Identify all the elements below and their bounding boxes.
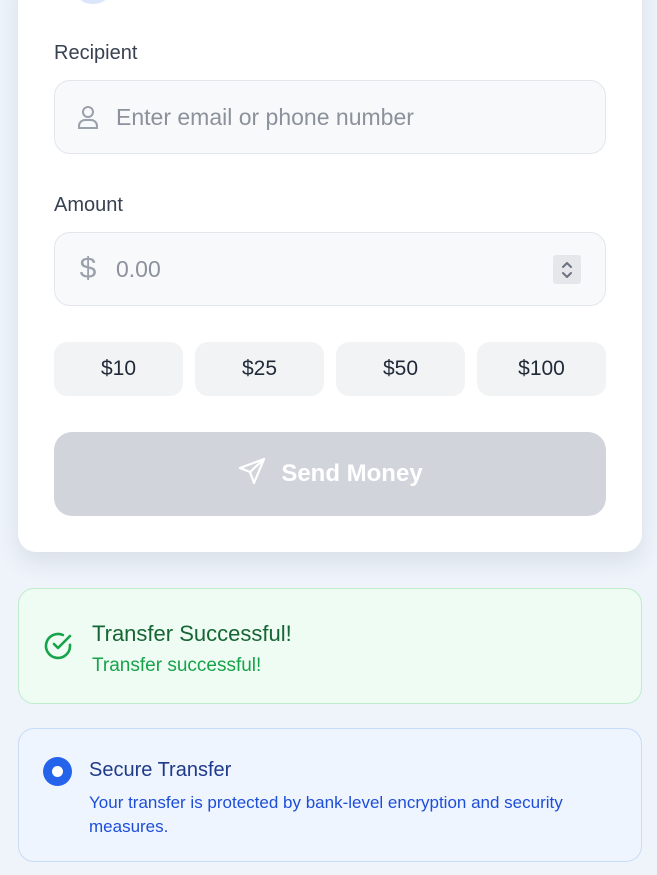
transfer-form-card: Recipient Amount $ $10 $25 $50 $100 (18, 0, 642, 552)
recipient-input[interactable] (116, 103, 536, 131)
header-avatar (74, 0, 112, 4)
amount-stepper[interactable] (553, 255, 581, 284)
success-title: Transfer Successful! (92, 621, 292, 646)
quick-amount-100-button[interactable]: $100 (477, 342, 606, 396)
quick-amounts: $10 $25 $50 $100 (54, 342, 606, 396)
success-alert: Transfer Successful! Transfer successful… (18, 588, 642, 704)
radio-dot (52, 766, 63, 777)
send-money-label: Send Money (281, 460, 423, 487)
recipient-label: Recipient (54, 42, 138, 64)
amount-field[interactable]: $ (54, 232, 606, 306)
check-circle-icon (43, 631, 73, 666)
radio-selected-icon (43, 757, 72, 786)
quick-amount-50-button[interactable]: $50 (336, 342, 465, 396)
amount-input[interactable] (116, 255, 536, 283)
amount-label: Amount (54, 194, 123, 216)
recipient-field[interactable] (54, 80, 606, 154)
quick-amount-25-button[interactable]: $25 (195, 342, 324, 396)
secure-title: Secure Transfer (89, 759, 232, 781)
dollar-icon: $ (75, 252, 101, 285)
send-money-button[interactable]: Send Money (54, 432, 606, 516)
secure-description: Your transfer is protected by bank-level… (89, 793, 563, 836)
send-icon (237, 456, 267, 493)
quick-amount-10-button[interactable]: $10 (54, 342, 183, 396)
success-message: Transfer successful! (92, 655, 262, 676)
secure-transfer-notice: Secure Transfer Your transfer is protect… (18, 728, 642, 862)
user-icon (75, 103, 101, 131)
currency-symbol: $ (79, 252, 97, 285)
